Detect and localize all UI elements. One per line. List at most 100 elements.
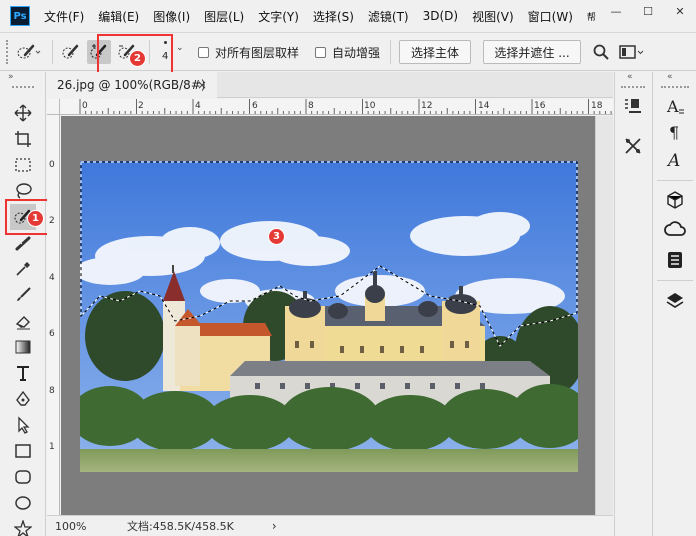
properties-icon	[625, 99, 641, 113]
document-info: 文档:458.5K/458.5K	[127, 520, 234, 533]
document-tab[interactable]: 26.jpg @ 100%(RGB/8#)	[47, 72, 217, 98]
creative-cloud-icon	[664, 221, 686, 236]
tool-custom-shape[interactable]	[10, 516, 36, 536]
tool-artboard[interactable]	[10, 126, 36, 152]
ruler-label: 12	[421, 101, 433, 111]
tool-ellipse[interactable]	[10, 490, 36, 516]
tool-brush[interactable]	[10, 282, 36, 308]
ruler-label: 2	[138, 101, 144, 111]
glyphs-panel-button[interactable]: A	[663, 148, 687, 172]
menu-window[interactable]: 窗口(W)	[528, 8, 573, 25]
document-image[interactable]	[80, 161, 578, 472]
select-subject-button[interactable]: 选择主体	[399, 40, 472, 64]
ruler-label: 4	[49, 273, 55, 283]
layers-panel-button[interactable]	[663, 288, 687, 312]
character-icon: A	[666, 97, 684, 116]
tool-eyedropper[interactable]	[10, 256, 36, 282]
ruler-label: 0	[49, 160, 55, 170]
separator	[390, 40, 392, 64]
auto-enhance-option[interactable]: 自动增强	[315, 44, 380, 61]
annotation-badge-1: 1	[27, 210, 44, 227]
tool-path-select[interactable]	[10, 412, 36, 438]
ruler-label: 6	[252, 101, 258, 111]
3d-icon	[667, 191, 683, 209]
properties-panel-button[interactable]	[621, 94, 645, 118]
tool-pen[interactable]	[10, 386, 36, 412]
new-selection-brush-icon	[62, 44, 79, 59]
panel-grip	[661, 86, 689, 88]
libraries-panel-button[interactable]	[663, 248, 687, 272]
menu-edit[interactable]: 编辑(E)	[98, 8, 139, 25]
eraser-icon	[15, 316, 30, 330]
gradient-icon	[15, 340, 31, 354]
custom-shape-icon	[14, 520, 32, 536]
healing-icon	[15, 236, 31, 251]
layers-icon	[666, 293, 684, 308]
tool-rounded-rect[interactable]	[10, 464, 36, 490]
libraries-icon	[668, 252, 682, 268]
annotation-badge-2: 2	[129, 50, 146, 67]
menu-image[interactable]: 图像(I)	[153, 8, 190, 25]
separator	[52, 40, 53, 64]
move-icon	[14, 104, 32, 122]
tool-move[interactable]	[10, 100, 36, 126]
search-icon[interactable]	[591, 42, 611, 62]
menu-select[interactable]: 选择(S)	[313, 8, 354, 25]
toolbar-collapse-arrows[interactable]: »	[8, 72, 14, 82]
tool-marquee[interactable]	[10, 152, 36, 178]
panel-dock-2: « A ¶ A	[652, 72, 696, 536]
tool-type[interactable]	[10, 360, 36, 386]
ruler-label: 2	[49, 216, 55, 226]
close-button[interactable]: ✕	[664, 0, 696, 22]
ruler-label: 6	[49, 329, 55, 339]
menu-help[interactable]: 帮	[587, 10, 596, 23]
ruler-label: 4	[195, 101, 201, 111]
menu-view[interactable]: 视图(V)	[472, 8, 514, 25]
eyedropper-icon	[16, 262, 30, 276]
rounded-rect-icon	[15, 470, 31, 484]
tool-preset-picker[interactable]	[12, 39, 46, 65]
svg-text:A: A	[666, 151, 680, 170]
tool-rectangle[interactable]	[10, 438, 36, 464]
auto-enhance-checkbox[interactable]	[315, 46, 327, 58]
new-selection-mode[interactable]	[59, 40, 83, 64]
creative-cloud-button[interactable]	[663, 218, 687, 242]
paragraph-icon: ¶	[669, 123, 679, 142]
workspace-icon[interactable]	[619, 42, 645, 62]
panel-collapse-arrows[interactable]: «	[667, 72, 673, 82]
sample-all-layers-label: 对所有图层取样	[215, 45, 300, 60]
glyphs-icon: A	[666, 151, 680, 170]
menu-file[interactable]: 文件(F)	[44, 8, 84, 25]
maximize-button[interactable]: ☐	[632, 0, 664, 22]
ruler-label: 0	[82, 101, 88, 111]
3d-panel-button[interactable]	[663, 188, 687, 212]
paragraph-panel-button[interactable]: ¶	[663, 120, 687, 144]
sample-all-layers-option[interactable]: 对所有图层取样	[198, 44, 299, 61]
menu-3d[interactable]: 3D(D)	[423, 9, 458, 23]
photoshop-logo: Ps	[10, 6, 30, 26]
vertical-scrollbar[interactable]	[595, 116, 613, 515]
menu-filter[interactable]: 滤镜(T)	[368, 8, 409, 25]
ruler-label: 14	[478, 101, 490, 111]
menu-layer[interactable]: 图层(L)	[204, 8, 244, 25]
adjustments-panel-button[interactable]	[621, 134, 645, 158]
panel-grip	[621, 86, 645, 88]
tool-gradient[interactable]	[10, 334, 36, 360]
minimize-button[interactable]: —	[600, 0, 632, 22]
ruler-corner[interactable]	[47, 99, 60, 115]
close-tab-icon[interactable]: ×	[197, 78, 207, 92]
sample-all-layers-checkbox[interactable]	[198, 46, 209, 58]
select-and-mask-button[interactable]: 选择并遮住 ...	[483, 40, 582, 64]
status-expand-icon[interactable]: ›	[272, 519, 277, 533]
menu-type[interactable]: 文字(Y)	[258, 8, 299, 25]
castle-photo	[80, 161, 578, 472]
tool-eraser[interactable]	[10, 308, 36, 334]
zoom-level[interactable]: 100%	[55, 520, 121, 533]
marquee-icon	[15, 158, 31, 172]
panel-collapse-arrows[interactable]: «	[627, 72, 633, 82]
auto-enhance-label: 自动增强	[332, 45, 381, 60]
path-select-icon	[18, 416, 30, 434]
character-panel-button[interactable]: A	[663, 94, 687, 118]
ruler-label: 18	[591, 101, 603, 111]
brush-icon	[17, 287, 31, 301]
